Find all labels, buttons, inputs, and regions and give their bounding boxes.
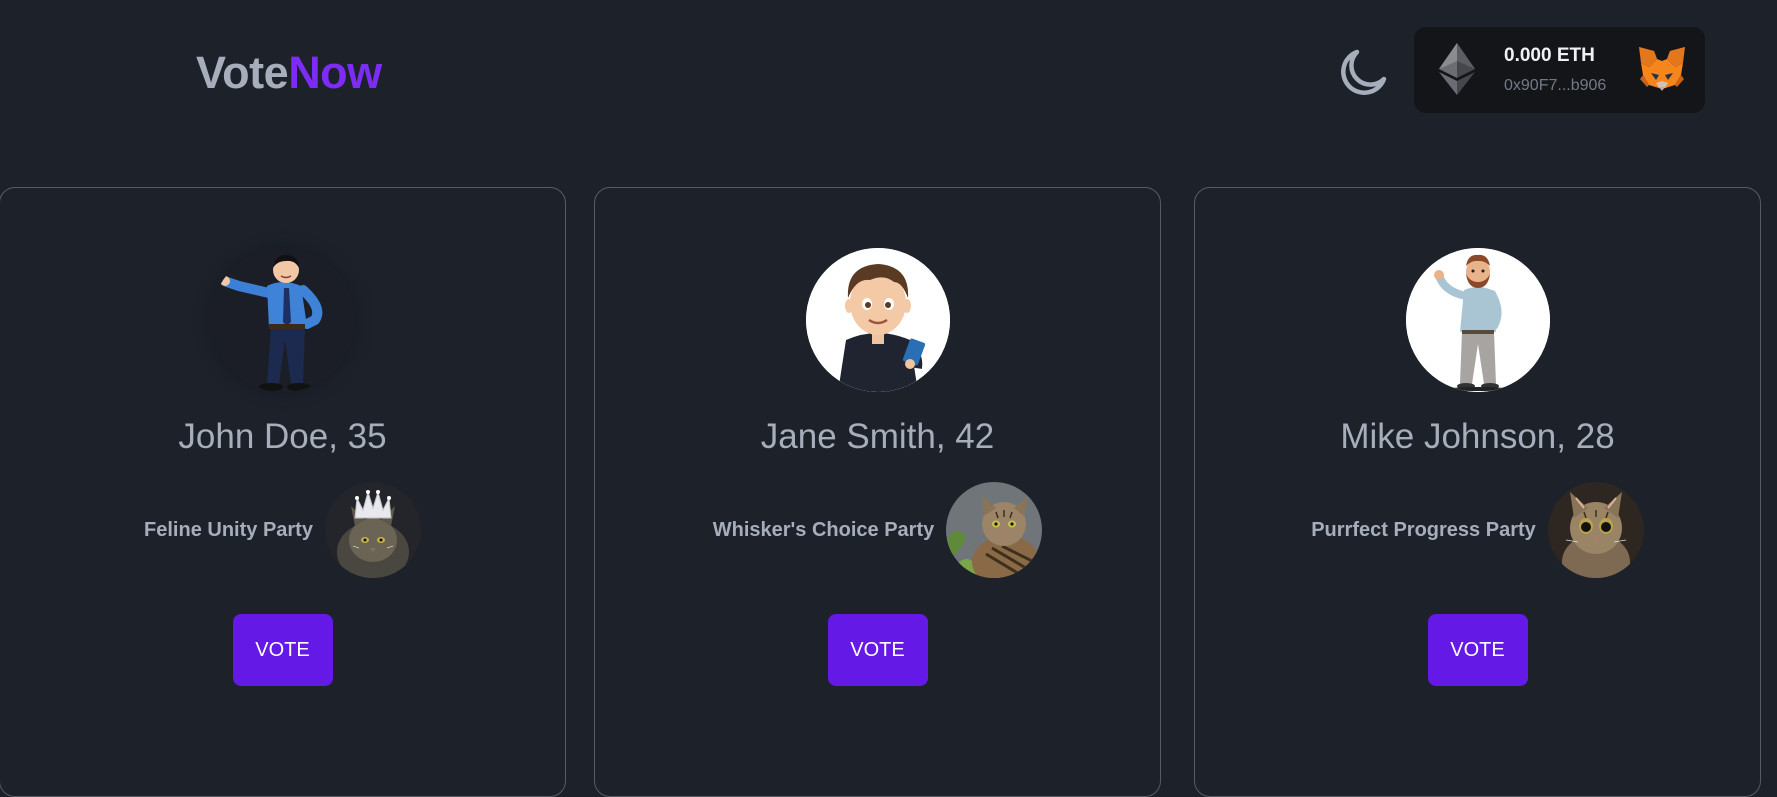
man-with-phone-avatar xyxy=(805,248,950,392)
man-presenting-avatar xyxy=(219,254,322,391)
app-logo[interactable]: VoteNow xyxy=(196,44,382,102)
candidate-avatar xyxy=(210,248,355,392)
bearded-man-waving-avatar xyxy=(1405,248,1550,392)
candidate-card: John Doe, 35 Feline Unity Party VOTE xyxy=(0,187,566,797)
ethereum-icon xyxy=(1439,43,1475,95)
candidate-avatar xyxy=(1405,248,1550,392)
candidate-card: Jane Smith, 42 Whisker's Choice Party VO… xyxy=(594,187,1161,797)
metamask-fox-icon xyxy=(1639,47,1685,91)
wallet-address: 0x90F7...b906 xyxy=(1504,77,1607,94)
party-logo xyxy=(1547,482,1644,578)
party-info: Feline Unity Party xyxy=(0,482,565,578)
party-logo xyxy=(324,482,421,578)
tabby-cat-image xyxy=(946,482,1043,578)
party-name: Whisker's Choice Party xyxy=(712,518,935,541)
logo-text-now: Now xyxy=(288,47,382,98)
candidate-name: Jane Smith, 42 xyxy=(760,417,995,456)
party-info: Whisker's Choice Party xyxy=(595,482,1160,578)
candidate-card: Mike Johnson, 28 Purrfect Progress Party xyxy=(1194,187,1761,797)
header: VoteNow 0.000 ETH 0x90F7...b906 xyxy=(0,0,1777,150)
party-name: Feline Unity Party xyxy=(144,518,313,541)
vote-button[interactable]: VOTE xyxy=(1427,614,1528,686)
wallet-widget[interactable]: 0.000 ETH 0x90F7...b906 xyxy=(1414,27,1705,113)
candidate-name: Mike Johnson, 28 xyxy=(1340,417,1615,456)
candidate-name: John Doe, 35 xyxy=(178,417,387,456)
party-info: Purrfect Progress Party xyxy=(1195,482,1760,578)
party-logo xyxy=(946,482,1043,578)
logo-text-vote: Vote xyxy=(196,47,289,98)
theme-toggle-button[interactable] xyxy=(1336,44,1392,100)
surprised-cat-image xyxy=(1547,482,1644,578)
candidate-avatar xyxy=(805,248,950,392)
crowned-cat-image xyxy=(324,482,421,578)
party-name: Purrfect Progress Party xyxy=(1311,518,1536,541)
wallet-balance: 0.000 ETH xyxy=(1504,45,1595,66)
moon-icon xyxy=(1341,49,1387,95)
vote-button[interactable]: VOTE xyxy=(827,614,928,686)
vote-button[interactable]: VOTE xyxy=(232,614,333,686)
